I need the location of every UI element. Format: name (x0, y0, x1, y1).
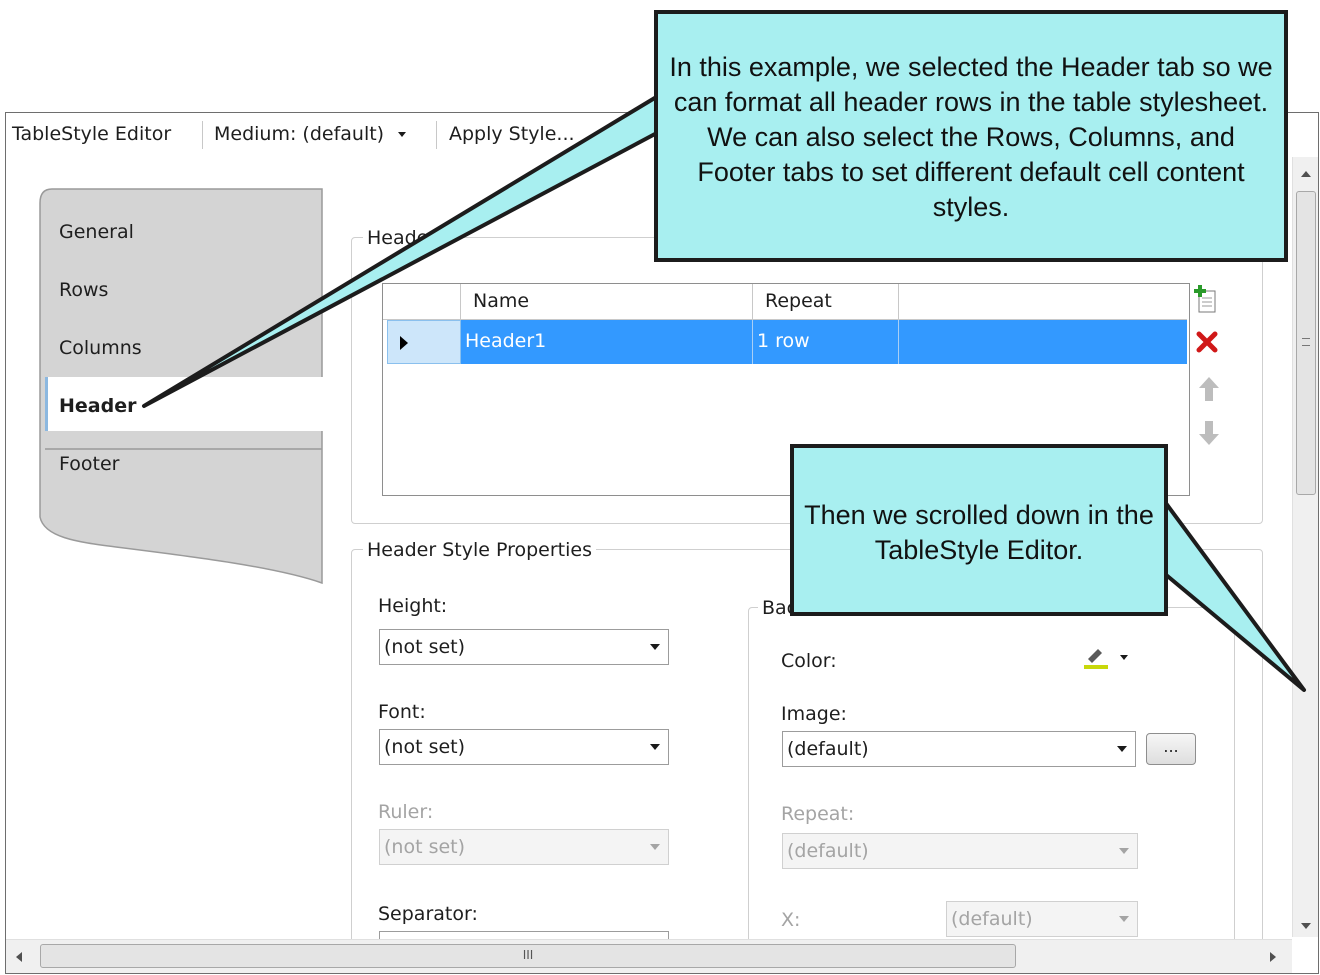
callout-header-tab: In this example, we selected the Header … (654, 10, 1288, 262)
callout-scrolled: Then we scrolled down in the TableStyle … (790, 444, 1168, 616)
